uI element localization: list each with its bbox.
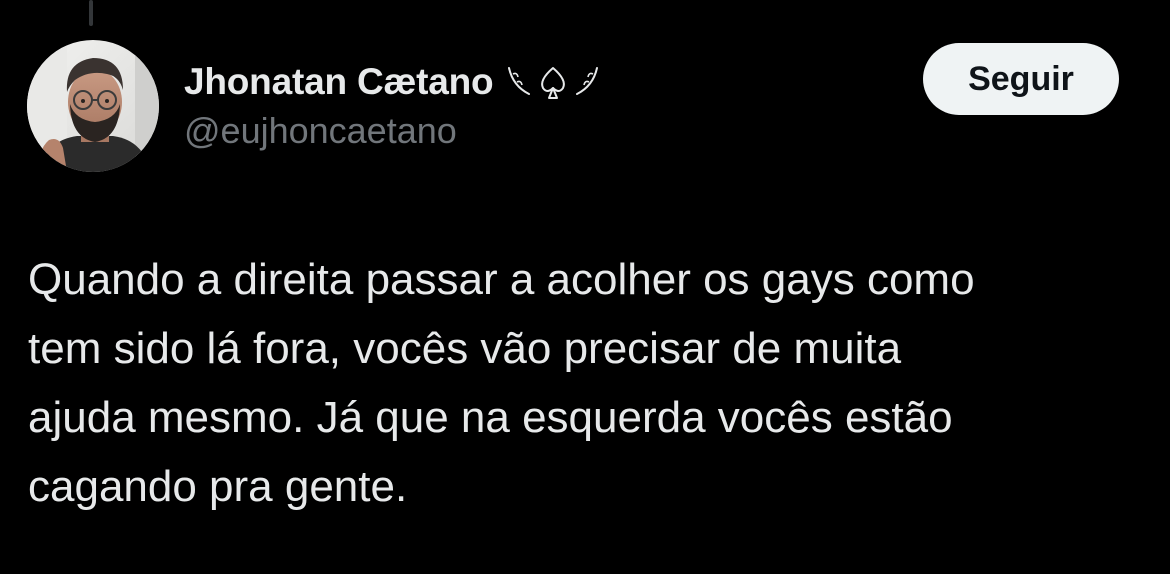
- tweet-text-line: ajuda mesmo. Já que na esquerda vocês es…: [28, 393, 953, 442]
- avatar-photo: [27, 40, 159, 172]
- tweet-text-line: tem sido lá fora, vocês vão precisar de …: [28, 324, 902, 373]
- display-name[interactable]: Jhonatan Cætano: [184, 61, 494, 103]
- user-name-row: Jhonatan Cætano: [184, 56, 603, 108]
- user-handle[interactable]: @eujhoncaetano: [184, 110, 457, 152]
- avatar[interactable]: [27, 40, 159, 172]
- tweet-text-line: Quando a direita passar a acolher os gay…: [28, 255, 975, 304]
- tweet-text: Quando a direita passar a acolher os gay…: [28, 245, 1148, 521]
- spade-with-laurel-icon: [508, 67, 599, 99]
- thread-connector-line: [89, 0, 93, 26]
- follow-button[interactable]: Seguir: [923, 43, 1119, 115]
- tweet-text-line: cagando pra gente.: [28, 462, 408, 511]
